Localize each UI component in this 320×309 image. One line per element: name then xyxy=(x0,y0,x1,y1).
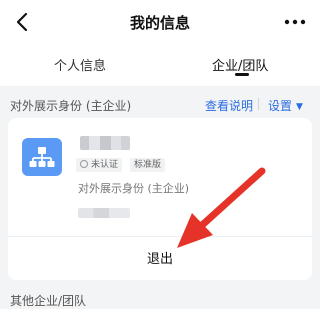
organization-icon xyxy=(22,138,62,176)
settings-dropdown[interactable]: 设置 ▼ xyxy=(268,97,303,114)
standard-edition-badge: 标准版 xyxy=(130,158,166,172)
card-divider xyxy=(8,236,312,237)
unverified-badge: 未认证 xyxy=(76,158,123,172)
logout-button[interactable]: 退出 xyxy=(8,248,312,267)
link-separator xyxy=(258,98,259,110)
other-enterprises-label: 其他企业/团队 xyxy=(10,294,87,308)
blurred-detail xyxy=(78,208,130,218)
active-tab-indicator xyxy=(235,73,249,76)
top-bar: 我的信息 xyxy=(0,0,320,44)
tab-bar: 个人信息 企业/团队 xyxy=(0,44,320,86)
unverified-label: 未认证 xyxy=(91,160,119,170)
caret-down-icon: ▼ xyxy=(296,102,303,112)
blurred-company-name xyxy=(80,136,130,150)
more-options-icon[interactable] xyxy=(284,18,306,26)
enterprise-card: 未认证 标准版 对外展示身份 (主企业) 退出 xyxy=(8,118,312,280)
tab-personal-info[interactable]: 个人信息 xyxy=(54,55,106,74)
status-circle-icon xyxy=(80,160,88,168)
section-label: 对外展示身份 (主企业) xyxy=(10,99,132,113)
view-description-link[interactable]: 查看说明 xyxy=(205,97,253,114)
page-title: 我的信息 xyxy=(129,14,190,32)
settings-label: 设置 xyxy=(268,99,293,113)
card-subtitle: 对外展示身份 (主企业) xyxy=(78,182,190,195)
tab-enterprise-team[interactable]: 企业/团队 xyxy=(212,55,268,74)
